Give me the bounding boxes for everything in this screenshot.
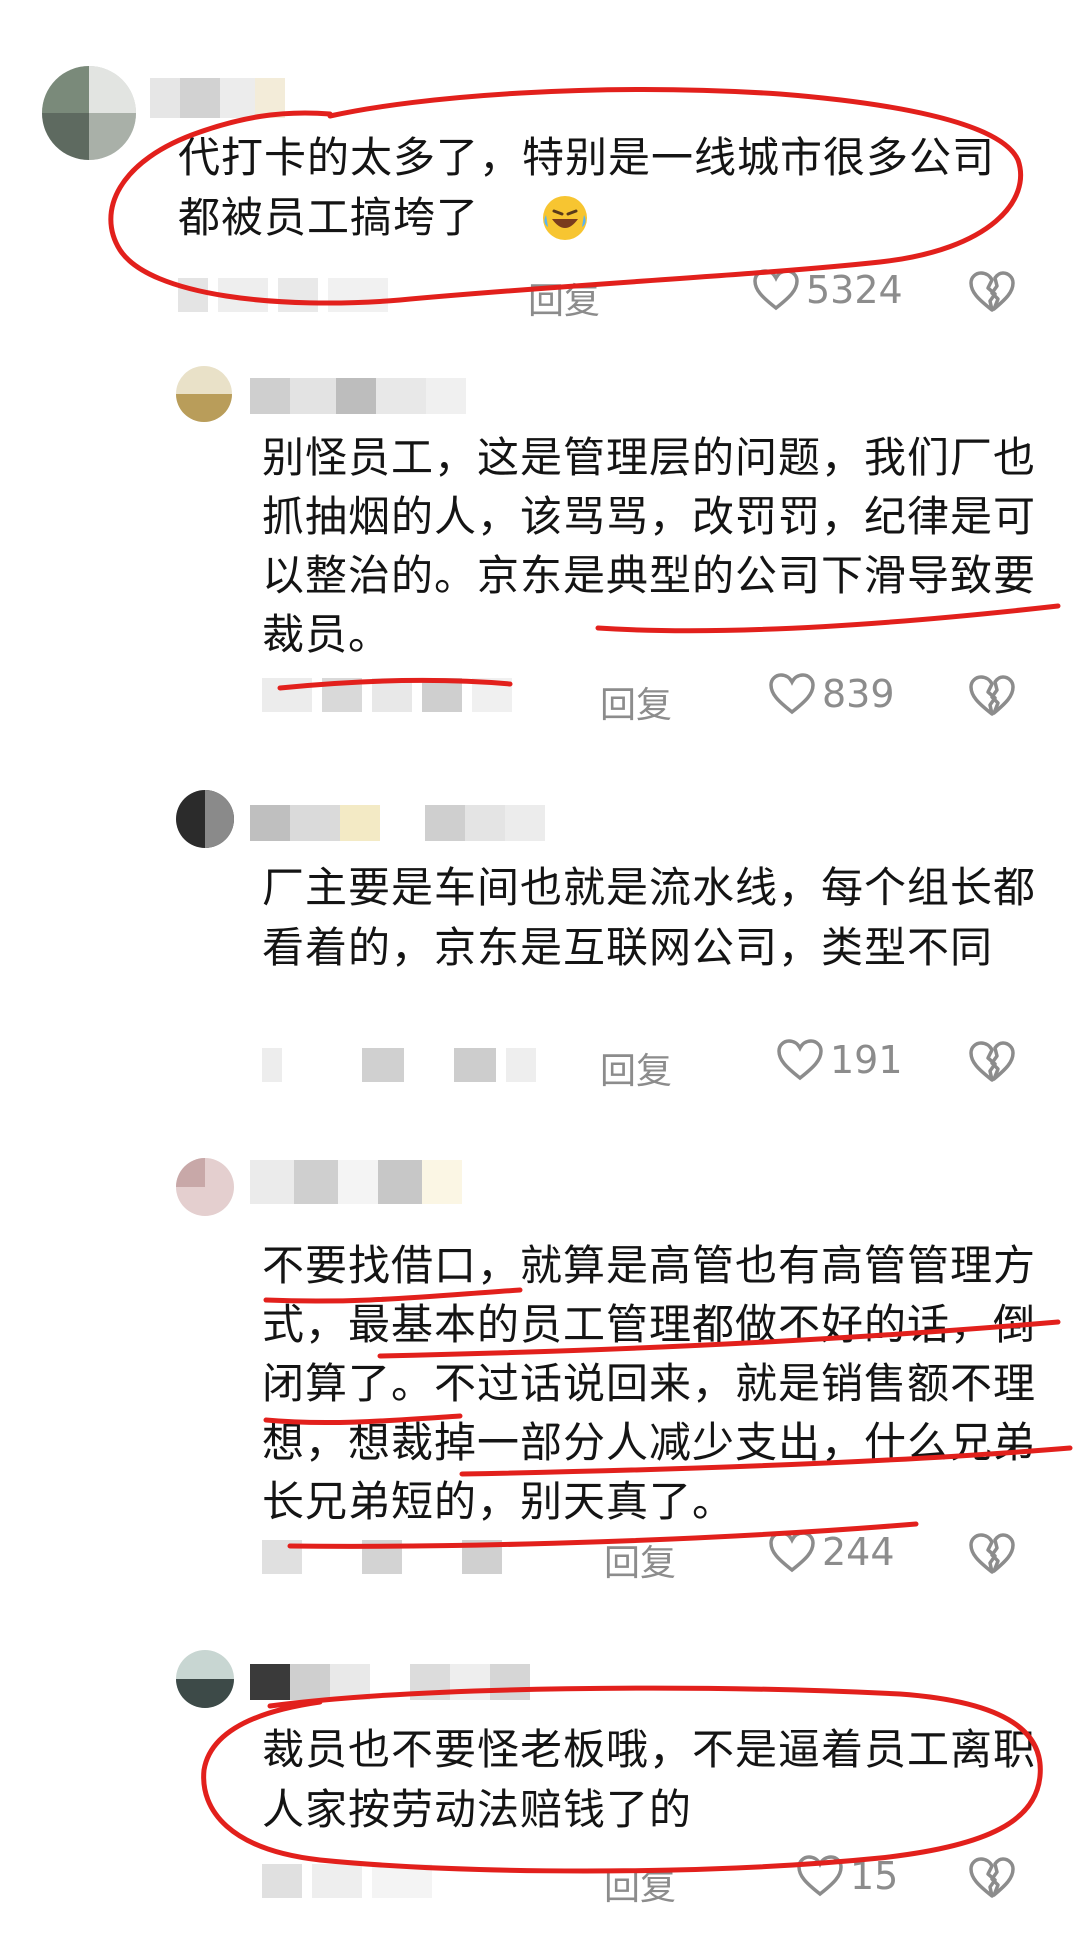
like-count: 191 (830, 1038, 903, 1082)
timestamp-blurred (262, 1048, 536, 1082)
avatar[interactable] (176, 1158, 234, 1216)
username-blurred[interactable] (250, 1160, 462, 1204)
comment-text: 不要找借口，就算是高管也有高管管理方式，最基本的员工管理都做不好的话，倒闭算了。… (262, 1241, 1037, 1526)
like-button[interactable]: 15 (796, 1854, 898, 1898)
dislike-button[interactable] (968, 270, 1016, 318)
like-count: 15 (850, 1854, 899, 1898)
dislike-button[interactable] (968, 674, 1016, 722)
timestamp-blurred (262, 678, 512, 712)
heart-outline-icon (753, 269, 799, 311)
dislike-button[interactable] (968, 1532, 1016, 1580)
timestamp-blurred (178, 278, 388, 312)
broken-heart-icon (969, 675, 1015, 716)
like-count: 839 (822, 672, 895, 716)
like-button[interactable]: 244 (768, 1530, 895, 1574)
avatar[interactable] (42, 66, 136, 160)
avatar[interactable] (176, 790, 234, 848)
heart-outline-icon (769, 673, 815, 715)
heart-outline-icon (797, 1855, 843, 1897)
username-blurred[interactable] (250, 805, 545, 841)
comment-text: 厂主要是车间也就是流水线，每个组长都看着的，京东是互联网公司，类型不同 (262, 863, 1037, 972)
reply-button[interactable]: 回复 (600, 676, 672, 728)
rolling-on-floor-laughing-emoji (540, 193, 590, 243)
heart-outline-icon (769, 1531, 815, 1573)
broken-heart-icon (969, 1041, 1015, 1082)
broken-heart-icon (969, 1533, 1015, 1574)
dislike-button[interactable] (968, 1040, 1016, 1088)
reply-button[interactable]: 回复 (604, 1858, 676, 1910)
like-button[interactable]: 191 (776, 1038, 903, 1082)
reply-button[interactable]: 回复 (528, 272, 600, 324)
username-blurred[interactable] (250, 1664, 530, 1700)
username-blurred[interactable] (250, 378, 466, 414)
broken-heart-icon (969, 271, 1015, 312)
broken-heart-icon (969, 1857, 1015, 1898)
avatar[interactable] (176, 1650, 234, 1708)
avatar[interactable] (176, 366, 232, 422)
reply-button[interactable]: 回复 (600, 1042, 672, 1094)
dislike-button[interactable] (968, 1856, 1016, 1904)
comment-text: 别怪员工，这是管理层的问题，我们厂也抓抽烟的人，该骂骂，改罚罚，纪律是可以整治的… (262, 433, 1037, 659)
reply-button[interactable]: 回复 (604, 1534, 676, 1586)
like-button[interactable]: 5324 (752, 268, 903, 312)
like-button[interactable]: 839 (768, 672, 895, 716)
timestamp-blurred (262, 1864, 432, 1898)
timestamp-blurred (262, 1540, 502, 1574)
username-blurred[interactable] (150, 78, 285, 118)
comment-text: 裁员也不要怪老板哦，不是逼着员工离职人家按劳动法赔钱了的 (262, 1725, 1037, 1834)
heart-outline-icon (777, 1039, 823, 1081)
like-count: 5324 (806, 268, 903, 312)
like-count: 244 (822, 1530, 895, 1574)
